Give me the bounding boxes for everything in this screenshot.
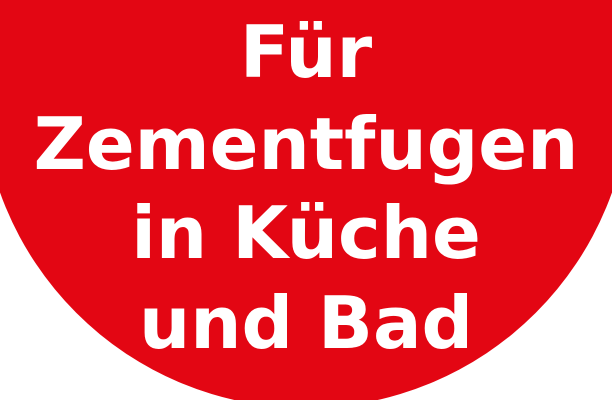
sticker-canvas: Für Zementfugen in Küche und Bad	[0, 0, 612, 400]
badge-line-1: Für	[239, 10, 373, 94]
badge-line-4: und Bad	[138, 281, 474, 365]
badge-line-2: Zementfugen	[33, 102, 579, 186]
badge-line-3: in Küche	[131, 191, 481, 275]
badge-text: Für Zementfugen in Küche und Bad	[0, 0, 612, 400]
